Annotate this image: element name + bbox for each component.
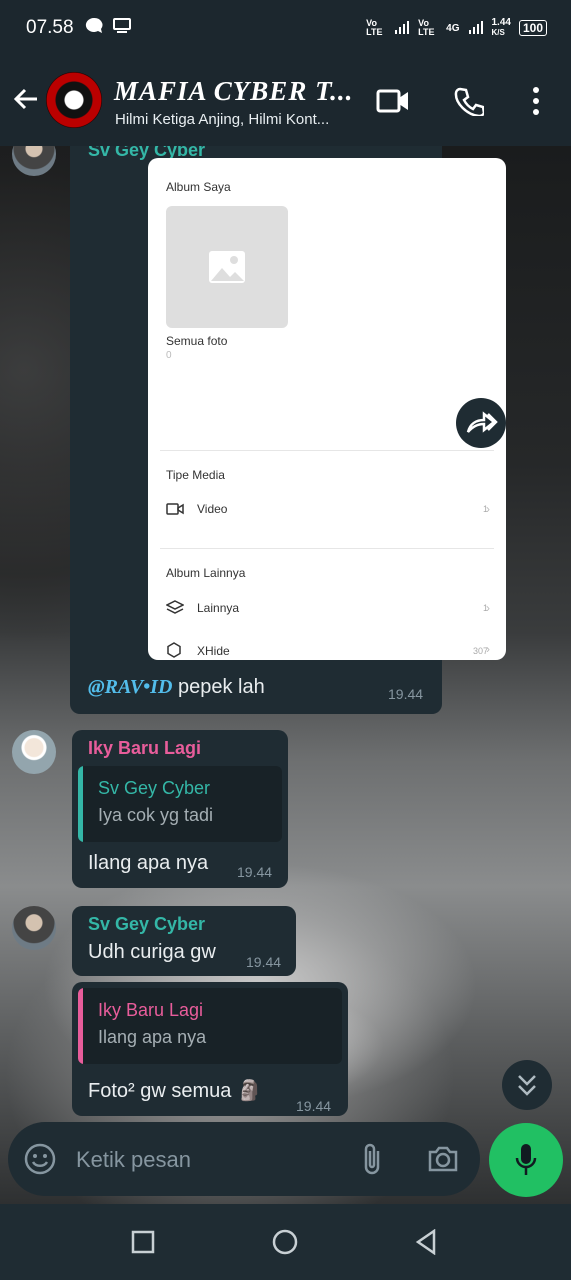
scroll-to-bottom-button[interactable] <box>502 1060 552 1110</box>
forward-button[interactable] <box>456 398 506 448</box>
microphone-icon <box>514 1143 538 1182</box>
chat-notification-icon <box>84 16 104 41</box>
net-speed-unit: K/S <box>491 28 505 37</box>
emoji-icon[interactable] <box>24 1143 56 1180</box>
forward-icon <box>466 410 498 441</box>
message-sender: Iky Baru Lagi <box>88 738 202 758</box>
message-time: 19.44 <box>296 1098 332 1114</box>
video-call-icon[interactable] <box>376 86 410 121</box>
message-input[interactable]: Ketik pesan <box>76 1147 191 1173</box>
quoted-text: Ilang apa nya <box>98 1027 207 1047</box>
back-nav-icon[interactable] <box>414 1228 438 1260</box>
quote-bar <box>78 766 83 842</box>
message-body: pepek lah <box>172 676 265 698</box>
camera-icon[interactable] <box>426 1144 460 1179</box>
chevron-right-icon: › <box>486 642 490 656</box>
group-title[interactable]: MAFIA CYBER T... <box>114 76 353 107</box>
hexagon-icon <box>166 642 182 660</box>
voice-record-button[interactable] <box>489 1123 563 1197</box>
status-bar: 07.58 Vo LTE Vo LTE 4G 1.44 K/S 100 <box>0 0 571 58</box>
quoted-sender: Iky Baru Lagi <box>98 1000 204 1020</box>
semua-foto-count: 0 <box>166 350 172 361</box>
quoted-message[interactable]: Iky Baru Lagi Ilang apa nya <box>78 988 342 1064</box>
message-bubble[interactable]: Sv Gey Cyber Udh curiga gw 19.44 <box>72 906 296 976</box>
chevron-right-icon: › <box>486 502 490 516</box>
message-input-bar[interactable]: Ketik pesan <box>8 1122 480 1196</box>
layers-icon <box>165 600 185 621</box>
chevron-right-icon: › <box>486 601 490 615</box>
quoted-sender: Sv Gey Cyber <box>98 778 211 798</box>
message-time: 19.44 <box>237 864 273 880</box>
message-text: @RAV•ID pepek lah <box>88 676 265 699</box>
chat-header: MAFIA CYBER T... Hilmi Ketiga Anjing, Hi… <box>0 58 571 146</box>
net-speed-value: 1.44 <box>491 17 511 28</box>
recent-apps-icon[interactable] <box>131 1230 155 1259</box>
attachment-icon[interactable] <box>360 1142 384 1181</box>
chat-area[interactable]: Sv Gey Cyber Album Saya Semua foto 0 Tip… <box>0 146 571 1204</box>
shared-screenshot-image[interactable]: Album Saya Semua foto 0 Tipe Media Video… <box>148 158 506 660</box>
message-text: Udh curiga gw <box>88 941 216 963</box>
semua-foto-label: Semua foto <box>166 334 228 348</box>
more-options-icon[interactable] <box>530 86 542 121</box>
battery-indicator: 100 <box>518 20 547 36</box>
group-members[interactable]: Hilmi Ketiga Anjing, Hilmi Kont... <box>115 111 329 128</box>
tipe-media-label: Tipe Media <box>166 468 225 482</box>
back-arrow-icon[interactable] <box>12 85 40 118</box>
video-icon <box>166 502 184 521</box>
quoted-text: Iya cok yg tadi <box>98 805 214 825</box>
volte-1: Vo LTE <box>366 18 383 37</box>
mention[interactable]: @RAV•ID <box>88 676 172 698</box>
network-type: 4G <box>446 22 460 34</box>
screen-cast-icon <box>112 16 132 41</box>
message-bubble[interactable]: Iky Baru Lagi Ilang apa nya Foto² gw sem… <box>72 982 348 1116</box>
quote-bar <box>78 988 83 1064</box>
message-text: Foto² gw semua 🗿 <box>88 1080 262 1102</box>
image-message-bubble[interactable]: Sv Gey Cyber Album Saya Semua foto 0 Tip… <box>70 146 506 714</box>
message-text: Ilang apa nya <box>88 852 209 874</box>
status-time: 07.58 <box>26 17 74 38</box>
message-sender: Sv Gey Cyber <box>88 914 206 934</box>
message-time: 19.44 <box>246 954 282 970</box>
volte-2: Vo LTE <box>418 18 435 37</box>
wallpaper-tree <box>0 146 80 706</box>
message-bubble[interactable]: Iky Baru Lagi Sv Gey Cyber Iya cok yg ta… <box>72 730 288 888</box>
album-saya-label: Album Saya <box>166 180 231 194</box>
lainnya-label: Lainnya <box>197 601 240 615</box>
image-placeholder-icon <box>208 250 246 289</box>
system-navigation-bar <box>0 1204 571 1280</box>
xhide-label: XHide <box>197 644 230 658</box>
voice-call-icon[interactable] <box>454 86 486 121</box>
group-avatar[interactable] <box>46 72 102 128</box>
double-chevron-down-icon <box>516 1072 538 1103</box>
status-indicators: Vo LTE Vo LTE 4G 1.44 K/S 100 <box>366 18 547 38</box>
signal-icon-1 <box>394 19 410 38</box>
quoted-message[interactable]: Sv Gey Cyber Iya cok yg tadi <box>78 766 282 842</box>
divider <box>160 450 494 451</box>
video-label: Video <box>197 502 228 516</box>
album-lainnya-label: Album Lainnya <box>166 566 246 580</box>
avatar[interactable] <box>12 906 56 950</box>
album-thumbnail <box>166 206 288 328</box>
message-time: 19.44 <box>388 686 424 702</box>
signal-icon-2 <box>468 19 484 38</box>
home-icon[interactable] <box>272 1229 298 1260</box>
net-speed: 1.44 K/S <box>492 18 511 38</box>
avatar[interactable] <box>12 730 56 774</box>
divider <box>160 548 494 549</box>
